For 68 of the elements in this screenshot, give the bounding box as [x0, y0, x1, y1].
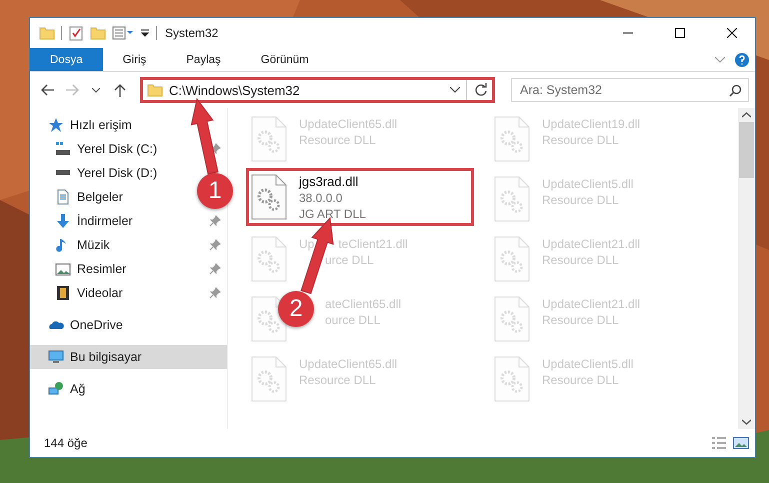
dropdown-icon[interactable] — [140, 28, 150, 38]
pin-icon[interactable] — [209, 215, 221, 227]
arrow-right-icon — [65, 84, 79, 96]
sidebar-item[interactable]: Müzik — [30, 233, 227, 257]
sidebar-item[interactable]: Yerel Disk (C:) — [30, 137, 227, 161]
close-icon — [727, 28, 737, 38]
details-view-icon[interactable] — [711, 436, 727, 450]
sidebar-item[interactable]: Bu bilgisayar — [30, 345, 227, 369]
sidebar-item[interactable]: OneDrive — [30, 313, 133, 337]
pin-icon[interactable] — [209, 239, 221, 251]
gear-file-icon — [251, 174, 287, 220]
star-icon — [48, 117, 64, 133]
pin-icon[interactable] — [209, 287, 221, 299]
folder-icon — [147, 82, 163, 98]
scrollbar[interactable] — [738, 108, 755, 429]
refresh-icon[interactable] — [473, 82, 489, 98]
large-icons-view-icon[interactable] — [733, 436, 749, 450]
folder-icon — [39, 25, 55, 41]
computer-icon — [48, 349, 64, 365]
scroll-down-icon[interactable] — [742, 419, 751, 425]
minimize-icon — [623, 32, 633, 34]
scroll-up-icon[interactable] — [742, 112, 751, 118]
sidebar-item[interactable]: Hızlı erişim — [30, 113, 142, 137]
ribbon-tab[interactable]: Giriş — [102, 48, 166, 71]
arrow-left-icon — [41, 84, 55, 96]
sidebar-item[interactable]: Resimler — [30, 257, 227, 281]
file-menu-tab[interactable]: Dosya — [30, 48, 103, 71]
download-icon — [55, 213, 71, 229]
sidebar-item[interactable]: İndirmeler — [30, 209, 227, 233]
gear-file-icon — [494, 356, 530, 402]
ribbon-tab[interactable]: Görünüm — [240, 48, 329, 71]
arrow-up-icon — [114, 83, 126, 97]
highlighted-file-tile[interactable]: jgs3rad.dll 38.0.0.0 JG ART DLL — [246, 168, 474, 226]
help-icon[interactable] — [735, 52, 749, 66]
checklist-icon[interactable] — [68, 25, 84, 41]
gear-file-icon — [251, 356, 287, 402]
file-detail: JG ART DLL — [299, 206, 366, 222]
gear-file-icon — [494, 236, 530, 282]
network-icon — [48, 381, 64, 397]
drive-icon — [55, 170, 71, 176]
gear-file-icon — [251, 116, 287, 162]
sidebar-item[interactable]: Belgeler — [30, 185, 133, 209]
sidebar-item[interactable]: Ağ — [30, 377, 96, 401]
drive-icon — [55, 141, 71, 157]
scrollbar-thumb[interactable] — [739, 122, 754, 178]
file-name: jgs3rad.dll — [299, 174, 360, 190]
search-field[interactable]: Ara: System32 — [511, 78, 749, 102]
window-title: System32 — [165, 26, 220, 40]
film-icon — [55, 285, 71, 301]
gear-file-icon — [494, 176, 530, 222]
chevron-down-icon[interactable] — [450, 87, 460, 93]
address-bar[interactable]: C:\Windows\System32 — [140, 77, 495, 103]
search-icon[interactable] — [729, 84, 742, 97]
image-icon — [55, 261, 71, 277]
gear-file-icon — [494, 296, 530, 342]
gear-file-icon — [251, 236, 287, 282]
document-icon — [55, 189, 71, 205]
file-detail: 38.0.0.0 — [299, 190, 344, 206]
item-count: 144 öğe — [44, 436, 88, 450]
maximize-icon — [675, 28, 685, 38]
sidebar-item[interactable]: Yerel Disk (D:) — [30, 161, 168, 185]
ribbon-tab[interactable]: Paylaş — [166, 48, 241, 71]
gear-file-icon — [494, 116, 530, 162]
properties-icon[interactable] — [112, 26, 134, 40]
pin-icon[interactable] — [209, 263, 221, 275]
chevron-down-icon — [92, 88, 100, 92]
folder-icon — [90, 25, 106, 41]
sidebar-item[interactable]: Videolar — [30, 281, 227, 305]
